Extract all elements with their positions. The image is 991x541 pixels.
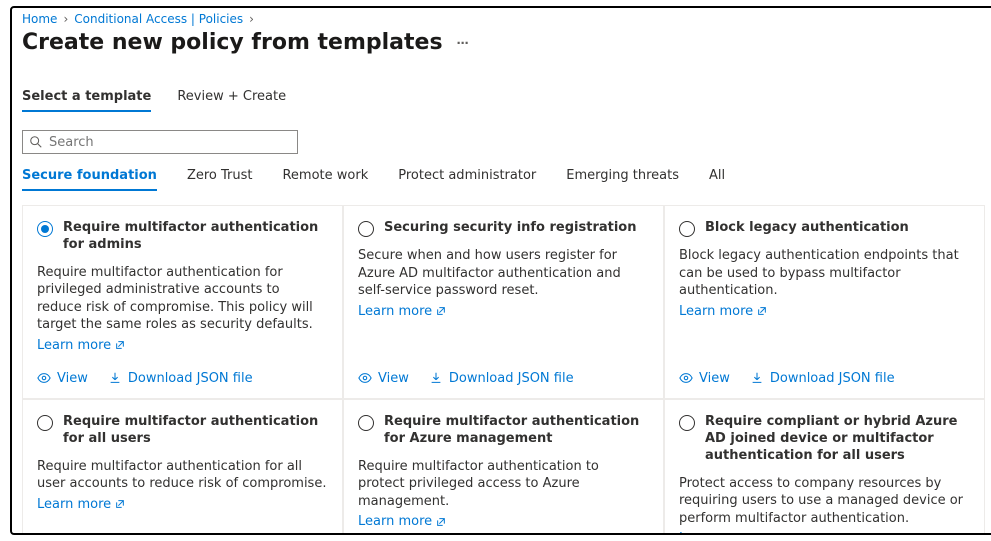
tab-emerging-threats[interactable]: Emerging threats (566, 168, 679, 191)
radio-button[interactable] (358, 221, 374, 237)
breadcrumb-home[interactable]: Home (22, 12, 57, 26)
external-link-icon (757, 306, 767, 316)
card-title: Require multifactor authentication for A… (384, 414, 649, 448)
card-actions: View Download JSON file (358, 353, 649, 386)
view-button[interactable]: View (679, 371, 730, 386)
card-title: Require multifactor authentication for a… (63, 220, 328, 254)
download-icon (750, 371, 764, 385)
learn-more-link[interactable]: Learn more (358, 304, 649, 319)
template-card-mfa-all-users[interactable]: Require multifactor authentication for a… (22, 399, 343, 535)
eye-icon (37, 371, 51, 385)
card-description: Require multifactor authentication to pr… (358, 458, 649, 511)
primary-tabs: Select a template Review + Create (22, 89, 985, 112)
page-title: Create new policy from templates ⋯ (22, 30, 985, 55)
card-title: Require multifactor authentication for a… (63, 414, 328, 448)
download-json-button[interactable]: Download JSON file (108, 371, 253, 386)
tab-secure-foundation[interactable]: Secure foundation (22, 168, 157, 191)
search-box[interactable] (22, 130, 298, 154)
template-card-mfa-admins[interactable]: Require multifactor authentication for a… (22, 205, 343, 399)
view-button[interactable]: View (358, 371, 409, 386)
template-card-block-legacy[interactable]: Block legacy authentication Block legacy… (664, 205, 985, 399)
breadcrumb: Home › Conditional Access | Policies › (22, 12, 985, 26)
tab-all[interactable]: All (709, 168, 725, 191)
radio-button[interactable] (679, 415, 695, 431)
view-button[interactable]: View (37, 371, 88, 386)
external-link-icon (757, 534, 767, 535)
learn-more-link[interactable]: Learn more (358, 514, 649, 529)
radio-button[interactable] (37, 415, 53, 431)
chevron-right-icon: › (63, 12, 68, 26)
download-json-button[interactable]: Download JSON file (429, 371, 574, 386)
download-icon (429, 371, 443, 385)
card-title: Block legacy authentication (705, 220, 909, 237)
eye-icon (679, 371, 693, 385)
card-actions: View Download JSON file (679, 353, 970, 386)
template-grid: Require multifactor authentication for a… (22, 205, 985, 535)
tab-zero-trust[interactable]: Zero Trust (187, 168, 253, 191)
card-title: Require compliant or hybrid Azure AD joi… (705, 414, 970, 465)
tab-review-create[interactable]: Review + Create (177, 89, 286, 112)
external-link-icon (436, 517, 446, 527)
breadcrumb-conditional-access[interactable]: Conditional Access | Policies (74, 12, 243, 26)
category-tabs: Secure foundation Zero Trust Remote work… (22, 168, 985, 191)
download-json-button[interactable]: Download JSON file (750, 371, 895, 386)
eye-icon (358, 371, 372, 385)
radio-button[interactable] (679, 221, 695, 237)
search-icon (29, 135, 43, 149)
card-description: Secure when and how users register for A… (358, 247, 649, 300)
external-link-icon (115, 499, 125, 509)
download-icon (108, 371, 122, 385)
template-card-securing-info[interactable]: Securing security info registration Secu… (343, 205, 664, 399)
external-link-icon (115, 340, 125, 350)
tab-protect-administrator[interactable]: Protect administrator (398, 168, 536, 191)
card-description: Require multifactor authentication for a… (37, 458, 328, 493)
template-card-compliant-device[interactable]: Require compliant or hybrid Azure AD joi… (664, 399, 985, 535)
tab-select-template[interactable]: Select a template (22, 89, 151, 112)
card-title: Securing security info registration (384, 220, 637, 237)
learn-more-link[interactable]: Learn more (679, 531, 970, 535)
more-button[interactable]: ⋯ (457, 36, 470, 50)
learn-more-link[interactable]: Learn more (679, 304, 970, 319)
radio-button[interactable] (358, 415, 374, 431)
search-input[interactable] (49, 135, 291, 150)
card-description: Require multifactor authentication for p… (37, 264, 328, 334)
card-description: Block legacy authentication endpoints th… (679, 247, 970, 300)
chevron-right-icon: › (249, 12, 254, 26)
radio-button[interactable] (37, 221, 53, 237)
card-actions: View Download JSON file (37, 353, 328, 386)
learn-more-link[interactable]: Learn more (37, 338, 328, 353)
learn-more-link[interactable]: Learn more (37, 497, 328, 512)
template-card-mfa-azure-mgmt[interactable]: Require multifactor authentication for A… (343, 399, 664, 535)
card-description: Protect access to company resources by r… (679, 475, 970, 528)
tab-remote-work[interactable]: Remote work (282, 168, 368, 191)
external-link-icon (436, 306, 446, 316)
